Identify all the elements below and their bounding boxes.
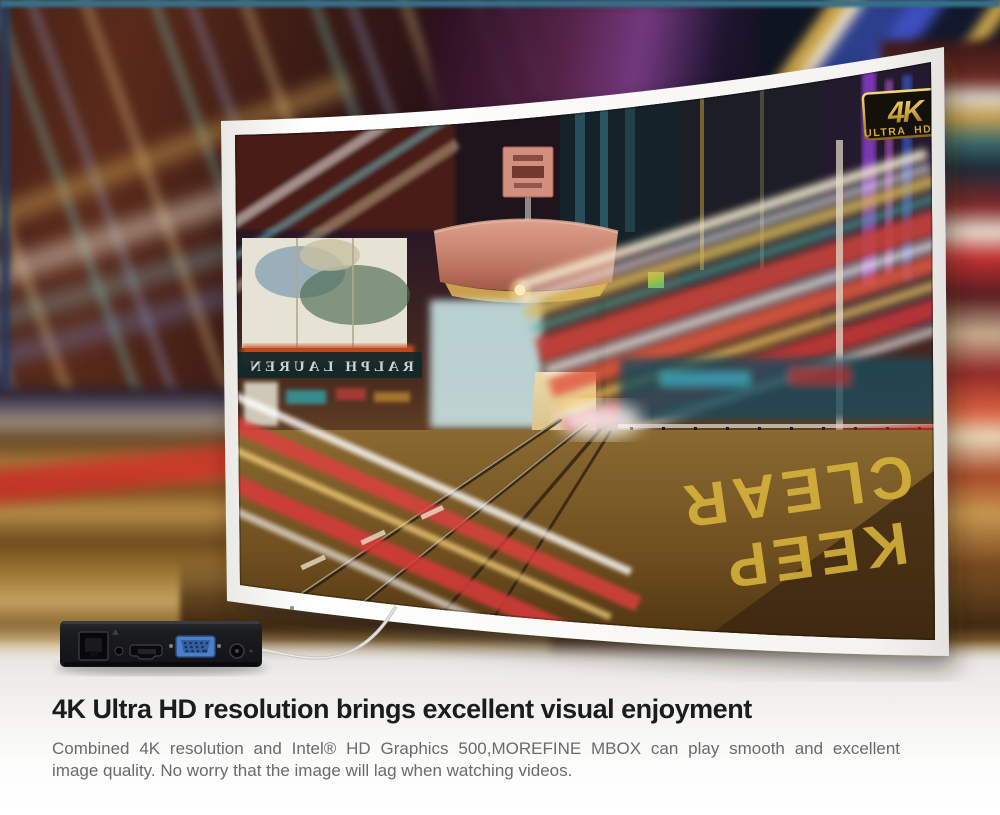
tv-and-device-scene: RALPH LAUREN [0, 0, 1000, 682]
page-title: 4K Ultra HD resolution brings excellent … [52, 694, 1000, 725]
tv-power-led [290, 606, 294, 610]
tv-screen-street-scene: RALPH LAUREN [148, 62, 981, 680]
ethernet-port [79, 632, 108, 660]
shopfront-blur-right [620, 358, 935, 420]
description-line-1: Combined 4K resolution and Intel® HD Gra… [52, 738, 900, 760]
billboard-mural [242, 238, 410, 348]
svg-text:HD: HD [914, 123, 933, 136]
audio-jack [115, 647, 123, 655]
text-section: 4K Ultra HD resolution brings excellent … [0, 682, 1000, 815]
arcade-glow [430, 300, 542, 428]
description: Combined 4K resolution and Intel® HD Gra… [52, 738, 900, 783]
headlight-glow [558, 402, 642, 438]
svg-text:RALPH LAUREN: RALPH LAUREN [246, 359, 414, 375]
vga-port [169, 636, 221, 657]
description-line-2: image quality. No worry that the image w… [52, 760, 900, 782]
product-banner: RALPH LAUREN [0, 0, 1000, 815]
tv-box-device [55, 621, 267, 675]
hero-photo: RALPH LAUREN [0, 0, 1000, 682]
storefront-sign: RALPH LAUREN [238, 352, 422, 378]
